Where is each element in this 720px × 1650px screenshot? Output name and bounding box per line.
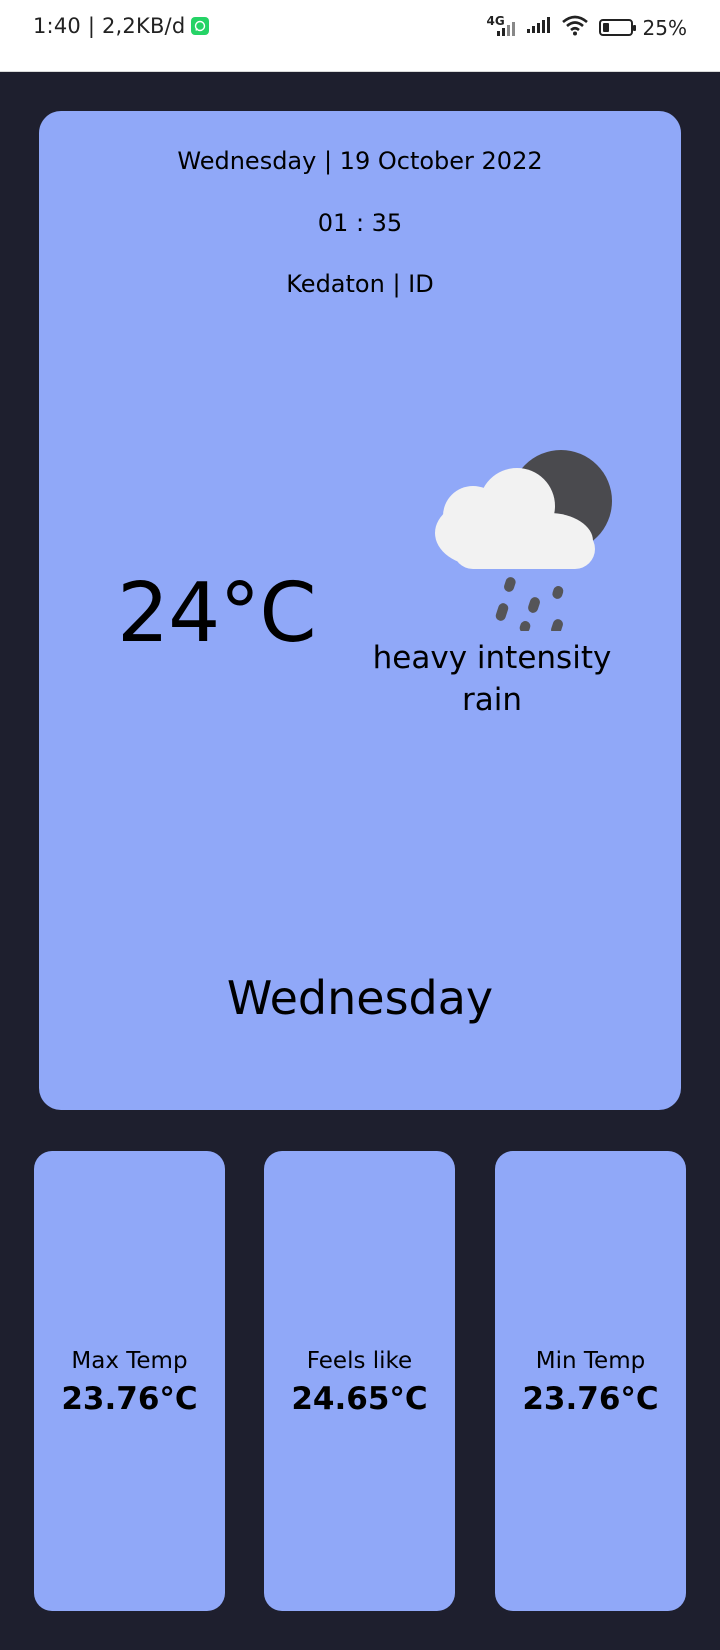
- min-temp-label: Min Temp: [535, 1348, 646, 1374]
- day-name: Wednesday: [226, 971, 494, 1025]
- location-text: Kedaton | ID: [286, 270, 434, 298]
- wifi-icon: [561, 14, 589, 41]
- date-text: Wednesday | 19 October 2022: [177, 147, 543, 175]
- cloud-rain-moon-icon: [409, 441, 619, 635]
- time-text: 01 : 35: [317, 209, 403, 237]
- max-temp-label: Max Temp: [71, 1348, 188, 1374]
- status-right: 4G 25%: [487, 14, 687, 41]
- min-temp-card: Min Temp 23.76°C: [495, 1151, 686, 1611]
- condition-line-2: rain: [461, 682, 522, 718]
- feels-like-label: Feels like: [306, 1348, 413, 1374]
- min-temp-value: 23.76°C: [522, 1381, 659, 1417]
- battery-level: [602, 23, 610, 32]
- current-temperature: 24°C: [117, 566, 317, 661]
- whatsapp-icon: [191, 17, 210, 35]
- weather-main-card: Wednesday | 19 October 2022 01 : 35 Keda…: [39, 111, 681, 1110]
- condition-line-1: heavy intensity: [372, 640, 612, 676]
- max-temp-value: 23.76°C: [61, 1381, 198, 1417]
- network-type: 4G: [486, 13, 505, 28]
- weather-condition: heavy intensity rain: [369, 637, 615, 721]
- signal-4g-icon: 4G: [487, 14, 515, 38]
- max-temp-card: Max Temp 23.76°C: [34, 1151, 225, 1611]
- feels-like-card: Feels like 24.65°C: [264, 1151, 455, 1611]
- feels-like-value: 24.65°C: [291, 1381, 428, 1417]
- battery-icon: [598, 19, 636, 36]
- status-left: 1:40 | 2,2KB/d: [33, 14, 210, 38]
- signal-icon: [525, 15, 551, 40]
- status-bar: 1:40 | 2,2KB/d 4G 25%: [0, 0, 720, 72]
- battery-percent: 25%: [642, 15, 687, 40]
- status-time-speed: 1:40 | 2,2KB/d: [33, 14, 186, 38]
